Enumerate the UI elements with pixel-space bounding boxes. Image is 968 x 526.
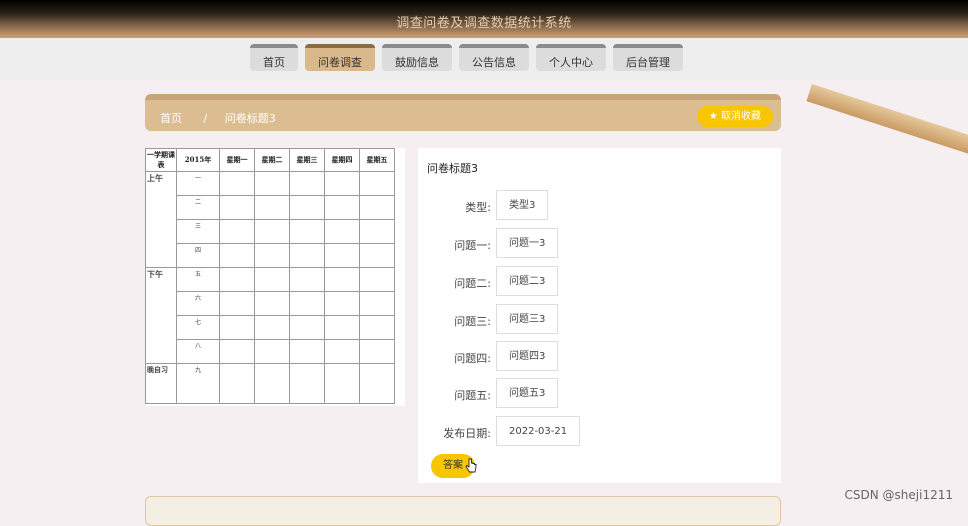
timetable-corner: 一学期课表 <box>145 148 177 172</box>
timetable-year: 2015年 <box>176 148 220 172</box>
timetable-period: 四 <box>176 243 220 268</box>
field-value-q2: 问题二3 <box>496 266 559 296</box>
field-label: 问题一: <box>454 239 491 252</box>
field-row-q5: 问题五: 问题五3 <box>418 378 781 410</box>
hand-cursor-icon <box>465 458 477 473</box>
nav-item-notice[interactable]: 公告信息 <box>459 44 529 71</box>
field-value-date: 2022-03-21 <box>496 416 581 446</box>
survey-image: 一学期课表 2015年 星期一 星期二 星期三 星期四 星期五 上午 一 二 三… <box>145 148 405 406</box>
field-label: 发布日期: <box>443 427 491 440</box>
timetable-period: 八 <box>176 339 220 364</box>
breadcrumb-current: 问卷标题3 <box>224 112 276 125</box>
field-value-q1: 问题一3 <box>496 228 559 258</box>
timetable-day: 星期二 <box>254 148 290 172</box>
nav-bar: 首页 问卷调查 鼓励信息 公告信息 个人中心 后台管理 <box>0 38 968 80</box>
field-label: 类型: <box>465 201 491 214</box>
breadcrumb-home[interactable]: 首页 <box>160 112 182 125</box>
survey-detail-panel: 问卷标题3 类型: 类型3 问题一: 问题一3 问题二: 问题二3 问题三: 问… <box>418 148 781 483</box>
timetable-day: 星期五 <box>359 148 395 172</box>
timetable-period: 三 <box>176 219 220 244</box>
field-row-date: 发布日期: 2022-03-21 <box>418 416 781 448</box>
timetable-period: 五 <box>176 267 220 292</box>
field-label: 问题四: <box>454 352 491 365</box>
breadcrumb-separator: / <box>203 112 208 125</box>
watermark: CSDN @sheji1211 <box>844 488 953 502</box>
timetable-day: 星期一 <box>219 148 255 172</box>
nav-item-admin[interactable]: 后台管理 <box>613 44 683 71</box>
timetable-period: 一 <box>176 171 220 196</box>
field-value-q5: 问题五3 <box>496 378 559 408</box>
timetable-period: 七 <box>176 315 220 340</box>
field-value-type: 类型3 <box>496 190 549 220</box>
field-row-q2: 问题二: 问题二3 <box>418 266 781 298</box>
field-row-q4: 问题四: 问题四3 <box>418 341 781 373</box>
timetable-period: 六 <box>176 291 220 316</box>
timetable-image: 一学期课表 2015年 星期一 星期二 星期三 星期四 星期五 上午 一 二 三… <box>145 148 395 404</box>
star-icon: ★ <box>708 111 718 122</box>
timetable-afternoon: 下午 <box>145 267 177 364</box>
timetable-evening: 晚自习 <box>145 363 177 404</box>
field-value-q4: 问题四3 <box>496 341 559 371</box>
field-row-type: 类型: 类型3 <box>418 190 781 222</box>
field-label: 问题五: <box>454 389 491 402</box>
nav-item-profile[interactable]: 个人中心 <box>536 44 606 71</box>
field-row-q1: 问题一: 问题一3 <box>418 228 781 260</box>
timetable-day: 星期四 <box>324 148 360 172</box>
timetable-morning: 上午 <box>145 171 177 268</box>
timetable-period: 二 <box>176 195 220 220</box>
nav-item-survey[interactable]: 问卷调查 <box>305 44 375 71</box>
survey-title: 问卷标题3 <box>427 162 478 175</box>
comment-panel <box>145 496 781 526</box>
header-bar: 调查问卷及调查数据统计系统 <box>0 0 968 38</box>
timetable-day: 星期三 <box>289 148 325 172</box>
field-label: 问题三: <box>454 315 491 328</box>
nav-item-encourage[interactable]: 鼓励信息 <box>382 44 452 71</box>
unfavorite-button[interactable]: ★ 取消收藏 <box>696 106 773 127</box>
decorative-beam <box>806 84 968 163</box>
unfavorite-label: 取消收藏 <box>721 111 761 122</box>
nav-item-home[interactable]: 首页 <box>250 44 298 71</box>
site-title: 调查问卷及调查数据统计系统 <box>396 16 572 31</box>
field-row-q3: 问题三: 问题三3 <box>418 304 781 336</box>
breadcrumb: 首页 / 问卷标题3 ★ 取消收藏 <box>145 94 781 131</box>
timetable-period: 九 <box>176 363 220 404</box>
nav-menu: 首页 问卷调查 鼓励信息 公告信息 个人中心 后台管理 <box>250 44 683 71</box>
field-value-q3: 问题三3 <box>496 304 559 334</box>
field-label: 问题二: <box>454 277 491 290</box>
